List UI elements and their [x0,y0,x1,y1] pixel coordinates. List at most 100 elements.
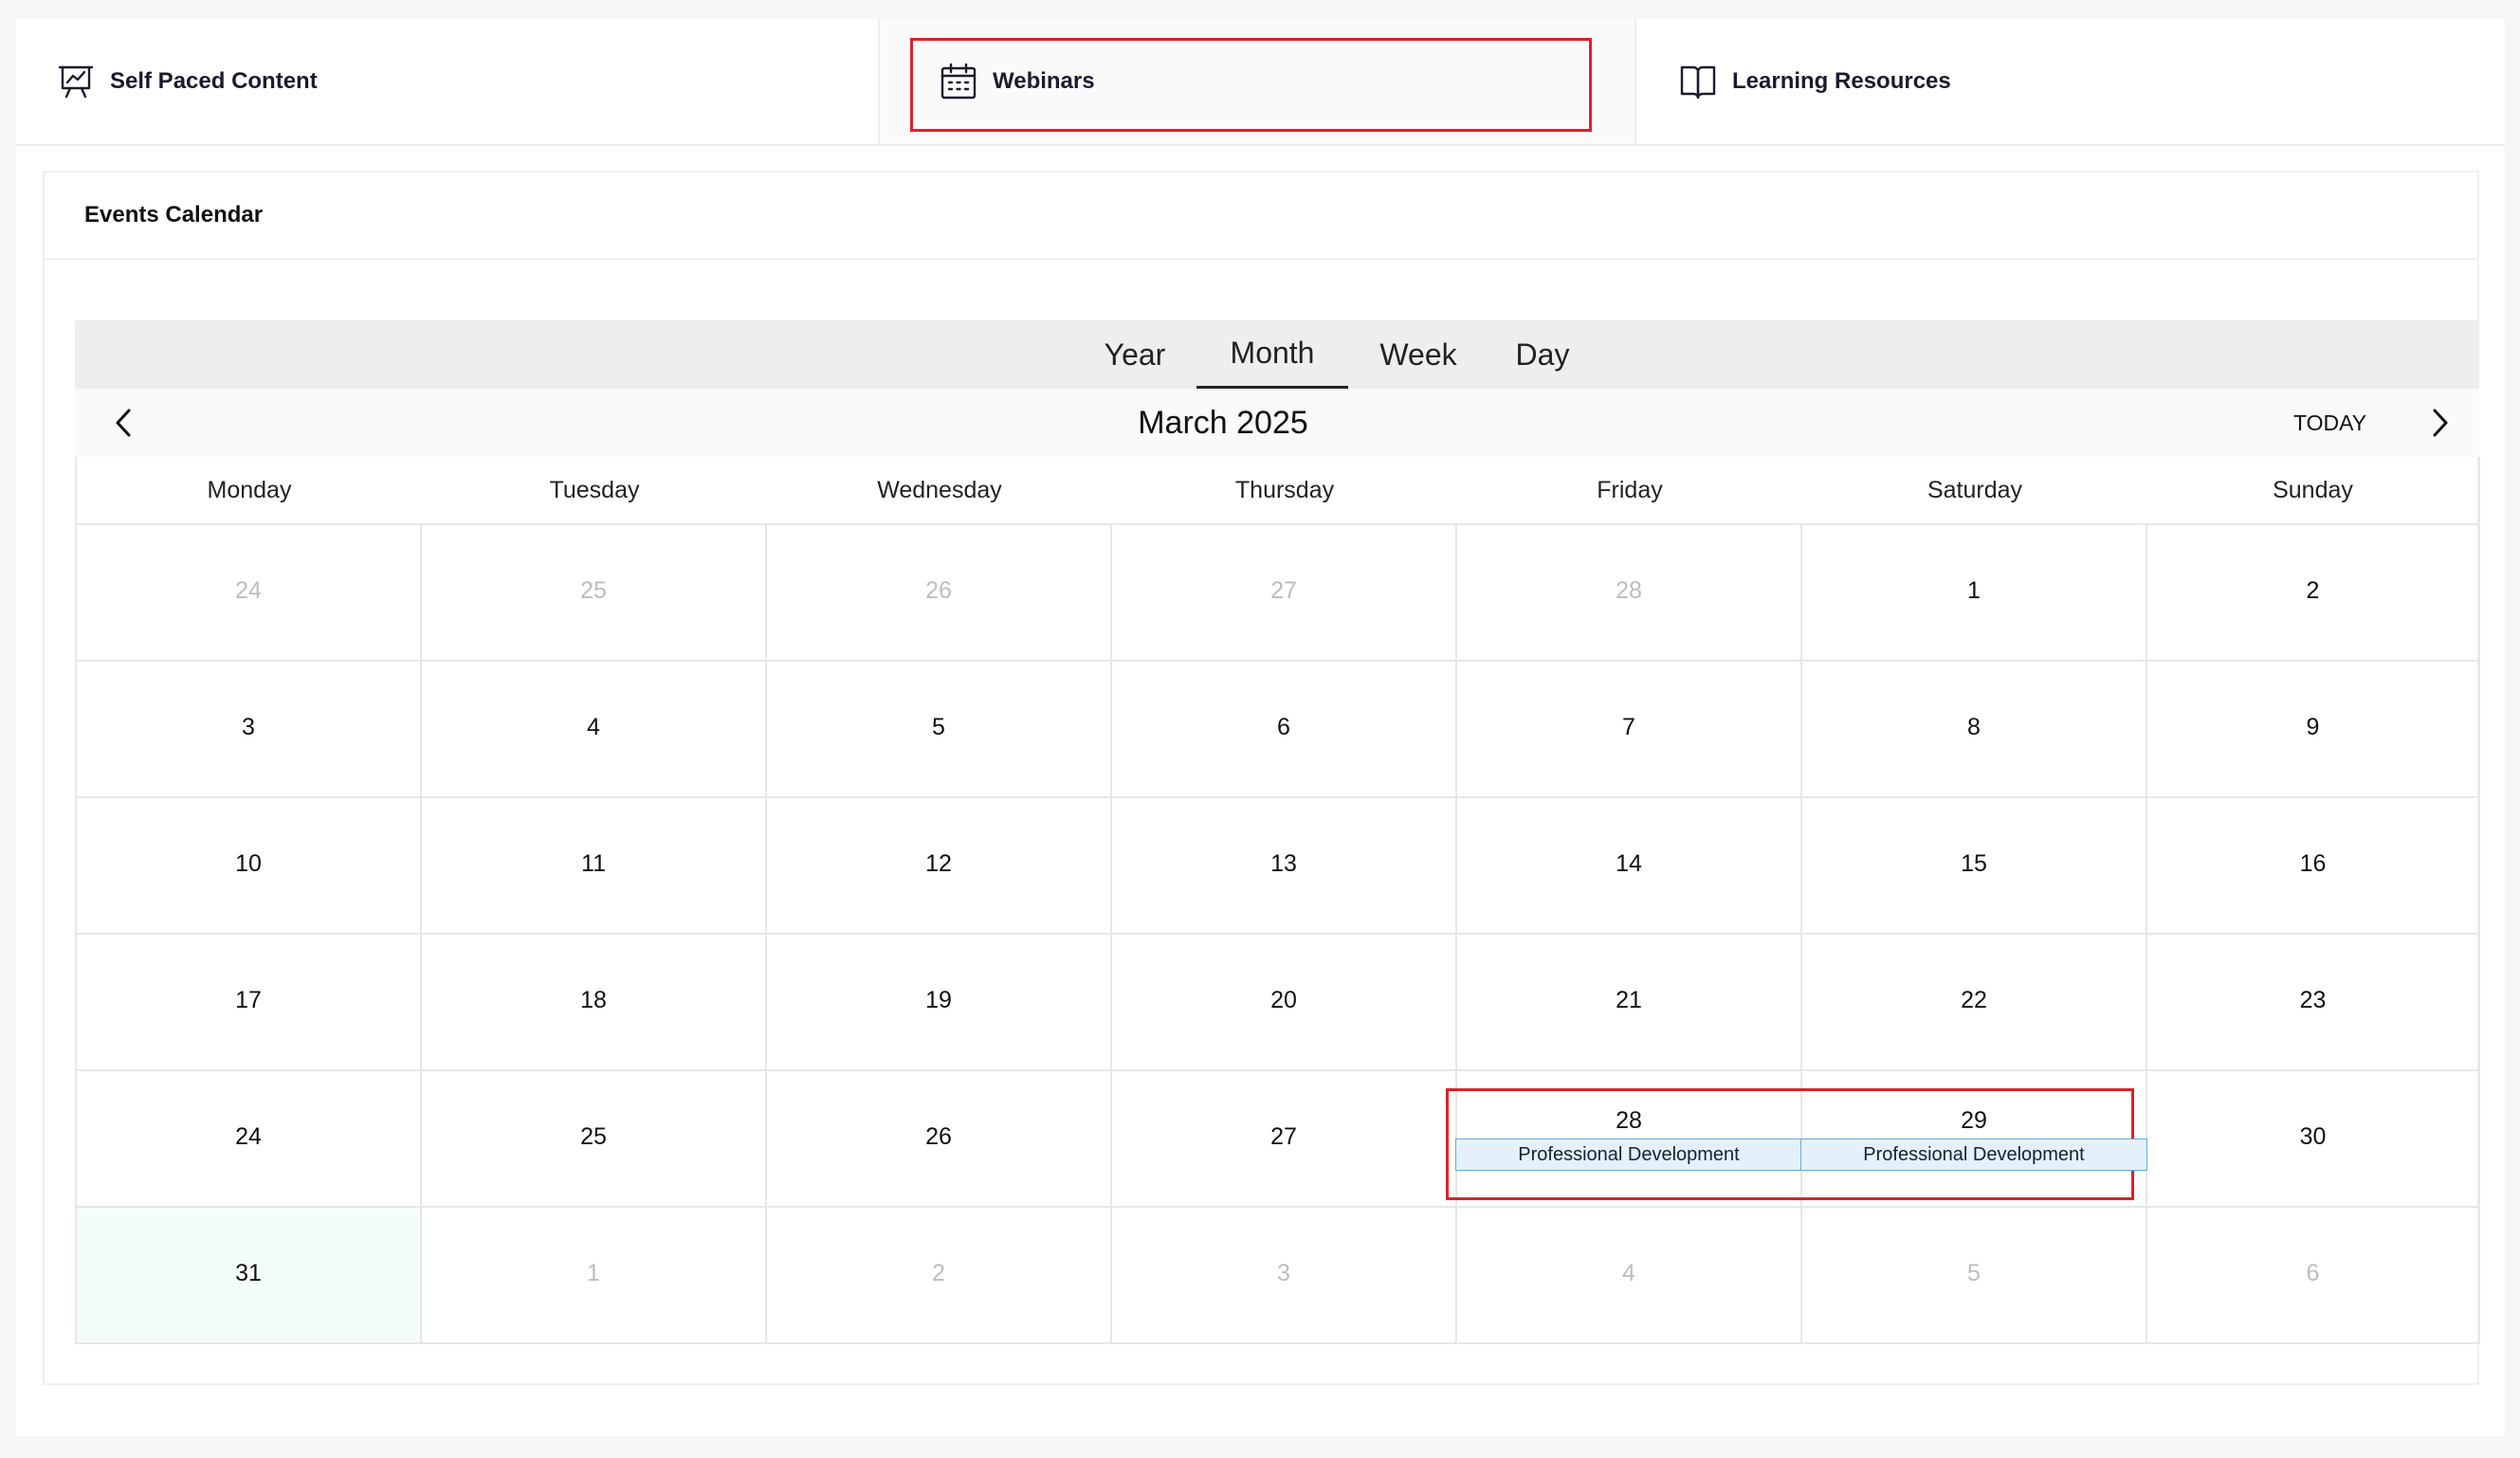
day-number: 23 [2299,987,2327,1013]
day-cell[interactable]: 3 [1112,1208,1457,1342]
open-book-icon [1679,63,1717,100]
day-cell[interactable]: 24 [77,525,422,662]
presentation-chart-icon [57,63,95,100]
day-cell[interactable]: 4 [1457,1208,1802,1342]
day-cell[interactable]: 25 [422,1071,767,1208]
day-cell[interactable]: 13 [1112,798,1457,935]
day-number: 28 [1616,1107,1642,1134]
weekday-label: Thursday [1234,476,1335,503]
weekday-label: Sunday [2273,476,2353,503]
day-cell[interactable]: 26 [767,1071,1112,1208]
day-cell[interactable]: 16 [2147,798,2478,935]
day-cell[interactable]: 6 [2147,1208,2478,1342]
day-number: 27 [1270,1123,1297,1150]
day-cell[interactable]: 25 [422,525,767,662]
day-number: 27 [1270,577,1297,604]
day-number: 19 [925,987,952,1013]
day-cell[interactable]: 27 [1112,1071,1457,1208]
day-number: 6 [1277,714,1290,740]
event-chip[interactable]: Professional Development [1800,1139,2147,1171]
day-cell[interactable]: 2 [2147,525,2478,662]
day-number: 12 [925,850,952,877]
day-cell[interactable]: 26 [767,525,1112,662]
day-cell[interactable]: 22 [1802,935,2147,1071]
day-cell[interactable]: 9 [2147,662,2478,798]
event-chip[interactable]: Professional Development [1455,1139,1802,1171]
day-number: 29 [1961,1107,1987,1134]
day-number: 26 [925,577,952,604]
day-number: 3 [1277,1260,1290,1286]
day-number: 6 [2306,1260,2320,1286]
tab-learning-resources[interactable]: Learning Resources [1636,19,2505,144]
day-cell[interactable]: 6 [1112,662,1457,798]
day-cell[interactable]: 14 [1457,798,1802,935]
view-month-button[interactable]: Month [1196,320,1348,389]
day-cell[interactable]: 20 [1112,935,1457,1071]
day-cell[interactable]: 3 [77,662,422,798]
tab-label: Learning Resources [1732,68,1951,94]
day-number: 21 [1616,987,1642,1013]
day-cell[interactable]: 5 [1802,1208,2147,1342]
day-cell[interactable]: 12 [767,798,1112,935]
tab-webinars[interactable]: Webinars [878,19,1636,144]
page: Self Paced Content Webinars Learning Res… [16,19,2505,1436]
day-cell[interactable]: 4 [422,662,767,798]
day-cell[interactable]: 11 [422,798,767,935]
day-number: 11 [581,850,606,877]
today-button[interactable]: TODAY [2293,389,2366,457]
day-number: 9 [2306,714,2320,740]
day-number: 30 [2299,1123,2327,1150]
day-cell[interactable]: 30 [2147,1071,2478,1208]
day-number: 10 [235,850,262,877]
day-cell[interactable]: 10 [77,798,422,935]
day-cell[interactable]: 19 [767,935,1112,1071]
day-number: 31 [235,1260,262,1286]
calendar-nav: March 2025 TODAY [75,389,2479,457]
day-number: 24 [235,1123,262,1150]
month-grid: Monday Tuesday Wednesday Thursday Friday Satu… [75,457,2480,1344]
day-cell[interactable]: 17 [77,935,422,1071]
day-cell[interactable]: 23 [2147,935,2478,1071]
day-cell[interactable]: 27 [1112,525,1457,662]
day-number: 4 [1622,1260,1635,1286]
day-number: 1 [1967,577,1981,604]
chevron-right-icon[interactable] [2419,402,2460,444]
day-number: 26 [925,1123,952,1150]
day-cell[interactable]: 31 [77,1208,422,1342]
weekday-label: Monday [207,476,292,503]
day-cell[interactable]: 8 [1802,662,2147,798]
weekday-label: Wednesday [877,476,1002,503]
day-number: 2 [2306,577,2320,604]
day-cell[interactable]: 28 [1457,525,1802,662]
view-day-button[interactable]: Day [1467,320,1618,389]
day-cell[interactable]: 7 [1457,662,1802,798]
day-number: 18 [580,987,607,1013]
day-number: 28 [1616,577,1642,604]
day-cell[interactable]: 21 [1457,935,1802,1071]
day-cell[interactable]: 5 [767,662,1112,798]
day-number: 25 [580,1123,607,1150]
day-cell[interactable]: 2 [767,1208,1112,1342]
day-number: 20 [1270,987,1297,1013]
tab-label: Webinars [993,68,1095,94]
day-number: 1 [587,1260,600,1286]
day-number: 15 [1961,850,1987,877]
day-number: 3 [242,714,255,740]
day-number: 5 [932,714,945,740]
day-number: 17 [235,987,262,1013]
day-number: 14 [1616,850,1642,877]
day-number: 24 [235,577,262,604]
day-cell[interactable]: 18 [422,935,767,1071]
day-cell[interactable]: 24 [77,1071,422,1208]
day-number: 5 [1967,1260,1981,1286]
day-number: 22 [1961,987,1987,1013]
day-cell[interactable]: 15 [1802,798,2147,935]
top-tabs: Self Paced Content Webinars Learning Res… [16,19,2505,146]
day-number: 25 [580,577,607,604]
day-cell[interactable]: 1 [1802,525,2147,662]
day-number: 7 [1622,714,1635,740]
day-cell[interactable]: 1 [422,1208,767,1342]
card-title: Events Calendar [45,173,2477,260]
month-title: March 2025 [1138,404,1308,441]
tab-self-paced-content[interactable]: Self Paced Content [16,19,878,144]
